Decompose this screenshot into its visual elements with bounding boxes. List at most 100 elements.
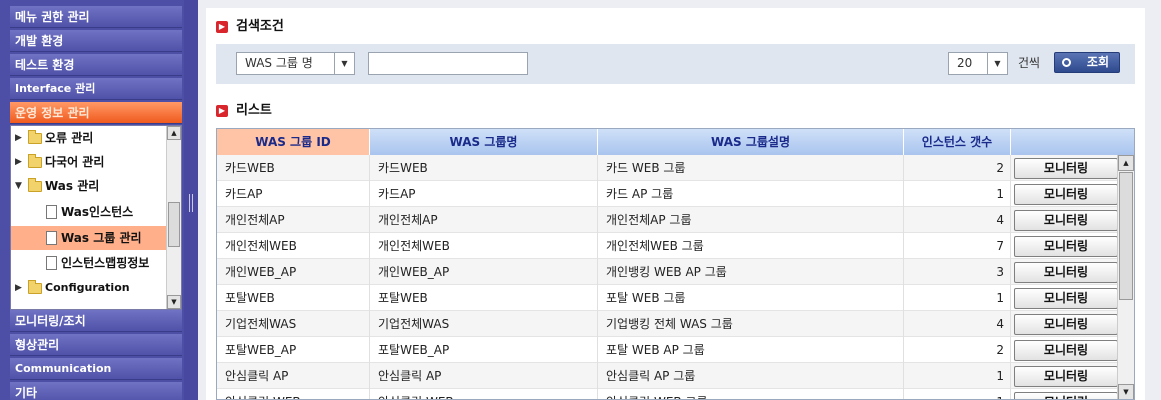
chevron-down-icon[interactable]: ▼ [334, 53, 354, 74]
search-icon [1062, 58, 1071, 67]
header-corner [1117, 129, 1134, 155]
monitoring-button[interactable]: 모니터링 [1014, 158, 1118, 179]
search-field-select[interactable]: WAS 그룹 명 ▼ [236, 52, 355, 75]
page-size-select[interactable]: 20 ▼ [948, 52, 1008, 75]
scroll-up-icon[interactable]: ▲ [167, 126, 181, 140]
cell-group-id: 포탈WEB_AP [217, 337, 370, 363]
table-row[interactable]: 카드AP 카드AP 카드 AP 그룹 1 모니터링 [217, 181, 1118, 207]
was-group-table: WAS 그룹 ID WAS 그룹명 WAS 그룹설명 인스턴스 갯수 카드WEB… [216, 128, 1135, 400]
column-header-instance-count[interactable]: 인스턴스 갯수 [904, 129, 1011, 155]
scroll-thumb[interactable] [168, 202, 180, 247]
cell-instance-count: 1 [904, 181, 1011, 207]
cell-group-id: 기업전체WAS [217, 311, 370, 337]
cell-group-desc: 개인뱅킹 WEB AP 그룹 [598, 259, 904, 285]
cell-group-id: 카드AP [217, 181, 370, 207]
search-button[interactable]: 조회 [1054, 52, 1120, 73]
table-row[interactable]: 포탈WEB 포탈WEB 포탈 WEB 그룹 1 모니터링 [217, 285, 1118, 311]
cell-group-name: 개인전체WEB [370, 233, 598, 259]
scroll-down-icon[interactable]: ▼ [1118, 384, 1134, 399]
menu-etc[interactable]: 기타 [10, 382, 182, 400]
table-row[interactable]: 카드WEB 카드WEB 카드 WEB 그룹 2 모니터링 [217, 155, 1118, 181]
cell-group-id: 개인전체AP [217, 207, 370, 233]
cell-group-desc: 개인전체AP 그룹 [598, 207, 904, 233]
menu-test-environment[interactable]: 테스트 환경 [10, 54, 182, 76]
document-icon [46, 256, 57, 270]
cell-group-name: 포탈WEB [370, 285, 598, 311]
cell-group-id: 개인WEB_AP [217, 259, 370, 285]
document-icon [46, 205, 57, 219]
cell-instance-count: 2 [904, 155, 1011, 181]
cell-instance-count: 4 [904, 207, 1011, 233]
section-bullet-icon: ▶ [216, 21, 228, 33]
tree-item-was-management[interactable]: ▼ Was 관리 [11, 174, 167, 198]
table-row[interactable]: 기업전체WAS 기업전체WAS 기업뱅킹 전체 WAS 그룹 4 모니터링 [217, 311, 1118, 337]
cell-group-id: 안심클릭 WEB [217, 389, 370, 399]
folder-icon [28, 280, 42, 294]
expand-arrow-icon[interactable]: ▶ [15, 126, 22, 150]
monitoring-button[interactable]: 모니터링 [1014, 184, 1118, 205]
monitoring-button[interactable]: 모니터링 [1014, 262, 1118, 283]
table-row[interactable]: 개인전체AP 개인전체AP 개인전체AP 그룹 4 모니터링 [217, 207, 1118, 233]
menu-interface-management[interactable]: Interface 관리 [10, 78, 182, 100]
tree-item-i18n-management[interactable]: ▶ 다국어 관리 [11, 150, 167, 174]
cell-group-desc: 기업뱅킹 전체 WAS 그룹 [598, 311, 904, 337]
folder-icon [28, 154, 42, 168]
menu-tree: ▶ 오류 관리 ▶ 다국어 관리 ▼ Was 관리 Was인스턴스 Was 그룹… [10, 125, 182, 310]
tree-item-instance-mapping[interactable]: 인스턴스맵핑정보 [11, 251, 167, 275]
expand-arrow-icon[interactable]: ▶ [15, 150, 22, 174]
table-row[interactable]: 안심클릭 WEB안심클릭 WEB안심클릭 WEB 그룹1모니터링 [217, 389, 1118, 399]
expand-arrow-icon[interactable]: ▶ [15, 276, 22, 300]
menu-permission-management[interactable]: 메뉴 권한 관리 [10, 6, 182, 28]
monitoring-button[interactable]: 모니터링 [1014, 314, 1118, 335]
panel-splitter[interactable] [184, 0, 198, 400]
column-header-group-desc[interactable]: WAS 그룹설명 [598, 129, 904, 155]
tree-scrollbar[interactable]: ▲ ▼ [166, 126, 181, 309]
table-scrollbar[interactable]: ▲ ▼ [1117, 155, 1134, 399]
cell-instance-count: 1 [904, 285, 1011, 311]
cell-group-name: 카드WEB [370, 155, 598, 181]
cell-group-id: 안심클릭 AP [217, 363, 370, 389]
column-header-group-name[interactable]: WAS 그룹명 [370, 129, 598, 155]
tree-item-was-group-management[interactable]: Was 그룹 관리 [11, 226, 167, 250]
scroll-thumb[interactable] [1119, 172, 1133, 300]
search-bar: WAS 그룹 명 ▼ 20 ▼ 건씩 조회 [216, 44, 1135, 84]
menu-dev-environment[interactable]: 개발 환경 [10, 30, 182, 52]
monitoring-button[interactable]: 모니터링 [1014, 340, 1118, 361]
cell-group-desc: 안심클릭 AP 그룹 [598, 363, 904, 389]
table-row[interactable]: 개인WEB_AP 개인WEB_AP 개인뱅킹 WEB AP 그룹 3 모니터링 [217, 259, 1118, 285]
page-size-unit-label: 건씩 [1018, 56, 1041, 70]
cell-group-name: 개인WEB_AP [370, 259, 598, 285]
cell-instance-count: 2 [904, 337, 1011, 363]
splitter-grip-icon[interactable] [189, 194, 193, 212]
monitoring-button[interactable]: 모니터링 [1014, 366, 1118, 387]
collapse-arrow-icon[interactable]: ▼ [15, 174, 22, 198]
cell-group-name: 안심클릭 AP [370, 363, 598, 389]
search-input[interactable] [368, 52, 528, 75]
table-row[interactable]: 포탈WEB_AP 포탈WEB_AP 포탈 WEB AP 그룹 2 모니터링 [217, 337, 1118, 363]
menu-monitoring[interactable]: 모니터링/조치 [10, 310, 182, 332]
monitoring-button[interactable]: 모니터링 [1014, 236, 1118, 257]
tree-item-error-management[interactable]: ▶ 오류 관리 [11, 126, 167, 150]
table-row[interactable]: 개인전체WEB 개인전체WEB 개인전체WEB 그룹 7 모니터링 [217, 233, 1118, 259]
menu-config-management[interactable]: 형상관리 [10, 334, 182, 356]
menu-communication[interactable]: Communication [10, 358, 182, 380]
table-row[interactable]: 안심클릭 AP 안심클릭 AP 안심클릭 AP 그룹 1 모니터링 [217, 363, 1118, 389]
monitoring-button[interactable]: 모니터링 [1014, 392, 1118, 399]
menu-operation-info-management[interactable]: 운영 정보 관리 [10, 102, 182, 124]
cell-group-name: 카드AP [370, 181, 598, 207]
cell-group-id: 포탈WEB [217, 285, 370, 311]
monitoring-button[interactable]: 모니터링 [1014, 210, 1118, 231]
main-content: ▶ 검색조건 WAS 그룹 명 ▼ 20 ▼ 건씩 조회 ▶ 리스트 WAS 그… [198, 0, 1161, 400]
scroll-up-icon[interactable]: ▲ [1118, 155, 1134, 171]
cell-group-name: 기업전체WAS [370, 311, 598, 337]
section-bullet-icon: ▶ [216, 105, 228, 117]
tree-item-configuration[interactable]: ▶ Configuration [11, 276, 167, 300]
scroll-down-icon[interactable]: ▼ [167, 295, 181, 309]
chevron-down-icon[interactable]: ▼ [987, 53, 1007, 74]
cell-group-desc: 포탈 WEB AP 그룹 [598, 337, 904, 363]
column-header-group-id[interactable]: WAS 그룹 ID [217, 129, 370, 155]
folder-icon [28, 130, 42, 144]
monitoring-button[interactable]: 모니터링 [1014, 288, 1118, 309]
cell-instance-count: 1 [904, 389, 1011, 399]
tree-item-was-instance[interactable]: Was인스턴스 [11, 200, 167, 224]
